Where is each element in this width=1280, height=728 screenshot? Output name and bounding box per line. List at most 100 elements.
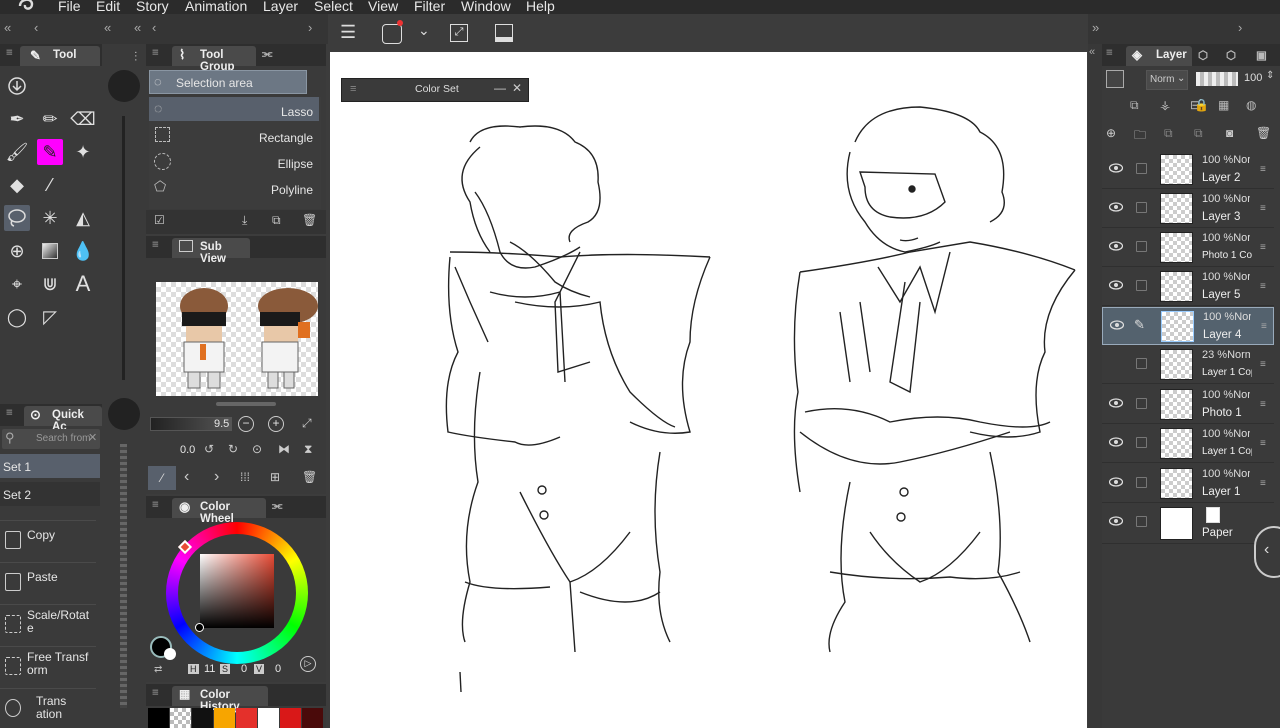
eye-icon[interactable] (1109, 516, 1123, 526)
vector-tool-icon[interactable]: ⋓ (37, 271, 63, 297)
lasso-tool-icon[interactable] (4, 205, 30, 231)
new-folder-icon[interactable]: 🗀 (1134, 126, 1146, 147)
airbrush-tool-icon[interactable]: ✎ (37, 139, 63, 165)
menu-edit[interactable]: Edit (96, 0, 120, 14)
color-mode-icon[interactable]: ⇄ (154, 664, 162, 675)
duplicate-icon[interactable]: ⧉ (272, 213, 281, 228)
sv-marker[interactable] (195, 623, 204, 632)
tool-item-ellipse[interactable]: Ellipse (149, 149, 319, 173)
layer-row[interactable]: 100 %Nor Photo 1 ≡ (1102, 386, 1274, 424)
hamburger-menu-icon[interactable]: ☰ (340, 22, 356, 43)
eye-icon[interactable] (1109, 477, 1123, 487)
tool-item-polyline[interactable]: ⬠ Polyline (149, 175, 319, 199)
menu-window[interactable]: Window (461, 0, 511, 14)
chevron-right-icon[interactable]: › (308, 20, 312, 35)
collapse-left-icon-2[interactable]: « (104, 20, 111, 35)
trash-icon[interactable]: 🗑 (302, 213, 317, 227)
tab-layer[interactable]: ◈ Layer (1126, 46, 1192, 66)
eyedropper-tool-icon[interactable]: ⁄ (37, 172, 63, 198)
minimize-icon[interactable]: — (494, 81, 506, 95)
chevron-left-icon-2[interactable]: ‹ (152, 20, 156, 35)
chevron-left-icon[interactable]: ‹ (34, 20, 38, 35)
tab-sub-view[interactable]: Sub View (172, 238, 250, 265)
qa-scale-rotate[interactable]: Scale/Rotat e (0, 604, 96, 642)
layer-row[interactable]: 100 %Nor Photo 1 Cop ≡ (1102, 229, 1274, 267)
text-tool-icon[interactable]: A (70, 271, 96, 297)
visibility-checkbox[interactable] (1110, 358, 1121, 369)
copy-layer-icon[interactable]: ⧉ (1194, 126, 1203, 141)
qa-mesh-transform[interactable]: Trans ation (0, 688, 96, 726)
fill-tool-icon[interactable]: ◭ (70, 205, 96, 231)
history-swatch[interactable] (214, 708, 235, 728)
collapse-right-icon[interactable]: » (1092, 20, 1099, 35)
zoom-out-icon[interactable]: − (238, 416, 254, 432)
fit-icon[interactable]: ⤢ (302, 416, 312, 431)
layer-checkbox[interactable] (1136, 280, 1147, 291)
set-item-2[interactable]: Set 2 (0, 482, 100, 506)
lock-icon[interactable]: 🔒 (1194, 98, 1209, 112)
menu-help[interactable]: Help (526, 0, 555, 14)
balloon-tool-icon[interactable]: ◯ (4, 304, 30, 330)
panel-menu-icon[interactable]: ≡ (6, 47, 13, 59)
flip-vertical-icon[interactable]: ⧗ (304, 442, 312, 457)
layer-row[interactable]: 100 %Nor Layer 3 ≡ (1102, 190, 1274, 228)
blend-mode-color-box[interactable] (1106, 70, 1124, 88)
layer-property-icon[interactable]: ⬡ (1198, 48, 1208, 62)
menu-select[interactable]: Select (314, 0, 353, 14)
panel-menu-icon[interactable]: ≡ (152, 499, 159, 511)
eye-icon[interactable] (1109, 398, 1123, 408)
rotate-right-icon[interactable]: ↻ (228, 442, 238, 456)
reference-icon[interactable]: ⚶ (1160, 98, 1170, 112)
layer-checkbox[interactable] (1136, 477, 1147, 488)
menu-view[interactable]: View (368, 0, 398, 14)
close-icon[interactable]: ✕ (512, 81, 522, 95)
panel-menu-icon[interactable]: ≡ (152, 239, 159, 251)
sub-tool-settings-icon[interactable]: ⫘ (262, 48, 272, 61)
group-selection-area[interactable]: ◌ Selection area (149, 70, 307, 94)
collapse-left-icon[interactable]: « (4, 20, 11, 35)
eye-icon[interactable] (1110, 320, 1124, 330)
lock-transparent-icon[interactable]: ▦ (1218, 98, 1229, 112)
tab-quick-access[interactable]: ⊙ Quick Ac (24, 406, 102, 433)
sub-color-swatch[interactable] (164, 648, 176, 660)
zoom-slider[interactable]: 9.5 (150, 417, 232, 431)
layer-checkbox[interactable] (1136, 241, 1147, 252)
menu-animation[interactable]: Animation (185, 0, 247, 14)
opacity-value[interactable]: 100 (1244, 72, 1262, 84)
eye-icon[interactable] (1109, 202, 1123, 212)
layer-checkbox[interactable] (1136, 358, 1147, 369)
layer-row-selected[interactable]: ✎ 100 %Nor Layer 4 ≡ (1102, 307, 1274, 345)
layer-checkbox[interactable] (1136, 516, 1147, 527)
layer-row[interactable]: 100 %Nor Layer 1 Cop ≡ (1102, 425, 1274, 463)
brush-tool-icon[interactable]: 🖌 (4, 139, 30, 165)
layer-menu-icon[interactable]: ≡ (1260, 478, 1266, 489)
panel-toggle-icon[interactable] (495, 24, 513, 42)
menu-layer[interactable]: Layer (263, 0, 298, 14)
panel-menu-icon[interactable]: ≡ (152, 47, 159, 59)
color-set-window[interactable]: ≡ Color Set — ✕ (341, 78, 529, 102)
menu-story[interactable]: Story (136, 0, 169, 14)
history-swatch[interactable] (148, 708, 169, 728)
ruler-tool-icon[interactable]: ◸ (37, 304, 63, 330)
canvas-area[interactable]: ≡ Color Set — ✕ (330, 52, 1087, 728)
reset-rotation-icon[interactable]: ⊙ (252, 442, 262, 456)
animation-cels-icon[interactable]: ▣ (1256, 48, 1267, 62)
grid-tool-icon[interactable]: ⊕ (4, 238, 30, 264)
collapse-left-icon-3[interactable]: « (134, 20, 141, 35)
play-icon[interactable]: ▷ (300, 656, 316, 672)
search-field[interactable]: ⚲ Search from ✕ (2, 429, 100, 449)
app-logo-icon[interactable] (16, 0, 36, 14)
tool-item-lasso[interactable]: ◌ Lasso (149, 97, 319, 121)
opacity-slider[interactable] (1196, 72, 1238, 86)
layer-menu-icon[interactable]: ≡ (1260, 242, 1266, 253)
settings-icon[interactable]: ⫶ (134, 49, 137, 65)
chevron-right-icon[interactable]: › (1238, 20, 1242, 35)
layer-row[interactable]: 100 %Nor Layer 2 ≡ (1102, 151, 1274, 189)
color-settings-icon[interactable]: ⫘ (272, 500, 282, 513)
layer-row[interactable]: 23 %Norm Layer 1 Cop ≡ (1102, 346, 1274, 384)
blend-tool-icon[interactable]: 💧 (70, 238, 96, 264)
pencil-tool-icon[interactable]: ✏ (37, 106, 63, 132)
magic-wand-tool-icon[interactable]: ✳ (37, 205, 63, 231)
history-swatch[interactable] (258, 708, 279, 728)
tab-color-wheel[interactable]: ◉ Color Wheel (172, 498, 266, 525)
